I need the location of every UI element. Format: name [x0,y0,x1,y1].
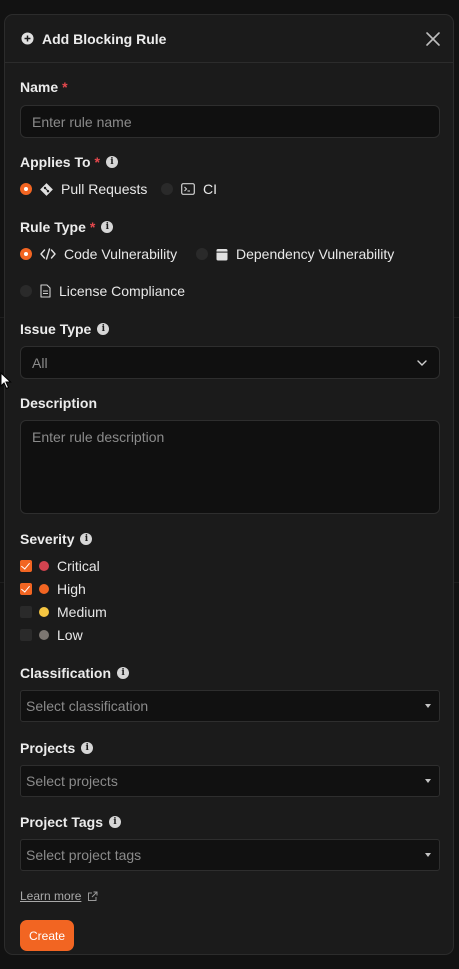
required-mark: * [89,219,96,235]
severity-low-checkbox[interactable]: Low [20,627,83,643]
classification-placeholder: Select classification [26,698,149,714]
git-pr-icon [40,182,53,196]
info-icon[interactable]: i [101,221,114,233]
projects-placeholder: Select projects [26,773,118,789]
code-icon [40,248,56,260]
rule-type-dependency-vulnerability-radio[interactable]: Dependency Vulnerability [196,246,394,262]
create-button[interactable]: Create [20,920,74,951]
rule-type-code-vulnerability-radio[interactable]: Code Vulnerability [20,246,177,262]
severity-medium-dot [39,607,49,617]
info-icon[interactable]: i [109,816,121,828]
checkbox-unchecked[interactable] [20,606,32,618]
checkbox-unchecked[interactable] [20,629,32,641]
terminal-icon [181,183,195,195]
modal-header: Add Blocking Rule [5,15,453,63]
project-tags-select[interactable]: Select project tags [20,839,440,871]
projects-select[interactable]: Select projects [20,765,440,797]
caret-down-icon [425,704,431,708]
severity-high-checkbox[interactable]: High [20,581,86,597]
severity-critical-checkbox[interactable]: Critical [20,558,100,574]
plus-circle-icon [21,32,34,45]
external-link-icon [88,891,98,901]
info-icon[interactable]: i [117,667,130,679]
severity-label: Severity i [20,531,93,547]
chevron-down-icon [417,359,427,366]
radio-unselected[interactable] [196,248,208,260]
applies-to-pull-requests-radio[interactable]: Pull Requests [20,181,147,197]
radio-selected[interactable] [20,248,32,260]
severity-low-dot [39,630,49,640]
info-icon[interactable]: i [81,742,94,754]
radio-selected[interactable] [20,183,32,195]
name-label: Name * [20,79,68,95]
rule-name-input[interactable] [20,105,440,138]
checkbox-checked[interactable] [20,560,32,572]
classification-select[interactable]: Select classification [20,690,440,722]
rule-type-label: Rule Type * i [20,219,114,235]
applies-to-ci-radio[interactable]: CI [161,181,217,197]
project-tags-label: Project Tags i [20,814,121,830]
classification-label: Classification i [20,665,130,681]
required-mark: * [94,154,100,170]
radio-unselected[interactable] [20,285,32,297]
mouse-cursor-icon [0,372,12,390]
package-icon [216,248,228,260]
info-icon[interactable]: i [105,156,118,168]
issue-type-label: Issue Type i [20,321,110,337]
applies-to-label: Applies To * i [20,154,118,170]
severity-critical-dot [39,561,49,571]
checkbox-checked[interactable] [20,583,32,595]
projects-label: Projects i [20,740,94,756]
close-icon[interactable] [423,29,443,49]
severity-high-dot [39,584,49,594]
caret-down-icon [425,853,431,857]
issue-type-select[interactable]: All [20,346,440,379]
modal-title: Add Blocking Rule [42,31,167,47]
description-label: Description [20,395,98,411]
rule-type-license-compliance-radio[interactable]: License Compliance [20,283,185,299]
document-icon [40,284,51,298]
description-textarea[interactable] [20,420,440,514]
info-icon[interactable]: i [80,533,93,545]
issue-type-value: All [32,354,48,371]
info-icon[interactable]: i [97,323,110,335]
required-mark: * [62,79,68,95]
learn-more-link[interactable]: Learn more [20,889,98,903]
project-tags-placeholder: Select project tags [26,847,142,863]
caret-down-icon [425,779,431,783]
add-blocking-rule-modal: Add Blocking Rule Name* Applies To*i Pul… [4,14,454,955]
radio-unselected[interactable] [161,183,173,195]
severity-medium-checkbox[interactable]: Medium [20,604,107,620]
